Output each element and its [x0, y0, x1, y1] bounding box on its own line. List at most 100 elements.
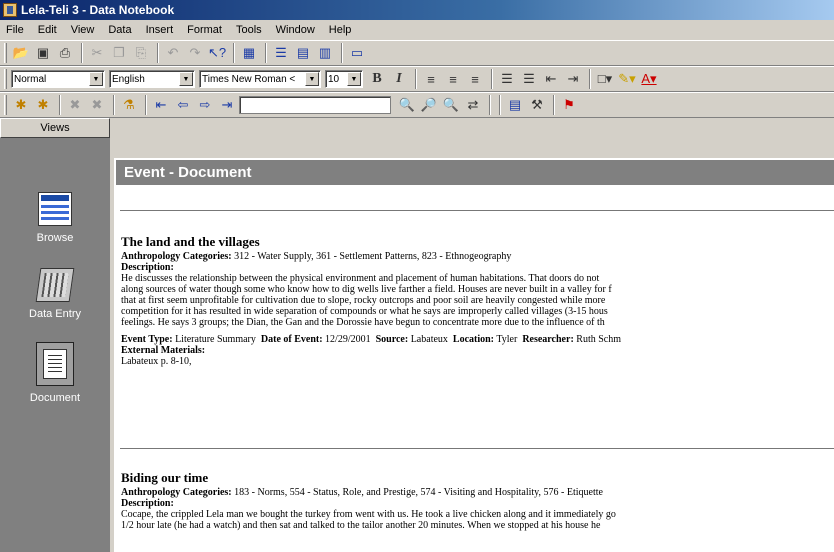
style-select[interactable]: Normal ▼ — [11, 70, 105, 88]
categories-value: 183 - Norms, 554 - Status, Role, and Pre… — [234, 487, 603, 498]
find-icon[interactable]: 🔍 — [397, 95, 417, 115]
toolbar-grip[interactable] — [4, 95, 7, 115]
menu-insert[interactable]: Insert — [146, 24, 174, 36]
undo-icon[interactable]: ↶ — [163, 43, 183, 63]
menu-view[interactable]: View — [71, 24, 95, 36]
data-entry-icon — [35, 268, 75, 302]
replace-icon[interactable]: ⇄ — [463, 95, 483, 115]
new-linked-record-icon[interactable]: ✱ — [33, 95, 53, 115]
view-browse-label: Browse — [36, 232, 74, 244]
bold-icon[interactable]: B — [367, 69, 387, 89]
highlight-icon[interactable]: ✎▾ — [617, 69, 637, 89]
delete-record-icon[interactable]: ✖ — [65, 95, 85, 115]
paste-icon[interactable]: ⎘ — [131, 43, 151, 63]
menu-file[interactable]: File — [6, 24, 24, 36]
tools-icon[interactable]: ⚒ — [527, 95, 547, 115]
language-select[interactable]: English ▼ — [109, 70, 195, 88]
document-entry: The land and the villages Anthropology C… — [121, 234, 834, 367]
border-icon[interactable]: □▾ — [595, 69, 615, 89]
view-document[interactable]: Document — [0, 342, 110, 404]
chevron-down-icon[interactable]: ▼ — [347, 72, 361, 86]
columns-icon[interactable]: ▥ — [315, 43, 335, 63]
document-header: Event - Document — [116, 160, 834, 185]
last-record-icon[interactable]: ⇥ — [217, 95, 237, 115]
description-line: He discusses the relationship between th… — [121, 273, 600, 284]
separator — [265, 43, 267, 63]
chevron-down-icon[interactable]: ▼ — [305, 72, 319, 86]
font-color-icon[interactable]: A▾ — [639, 69, 659, 89]
copy-icon[interactable]: ❐ — [109, 43, 129, 63]
align-left-icon[interactable]: ≡ — [421, 69, 441, 89]
insert-rows-icon[interactable]: ☰ — [271, 43, 291, 63]
find-previous-icon[interactable]: 🔍 — [441, 95, 461, 115]
document-icon — [43, 349, 67, 379]
font-value: Times New Roman < — [202, 73, 296, 85]
separator — [113, 95, 115, 115]
date-value: 12/29/2001 — [325, 334, 371, 345]
window-icon[interactable]: ▭ — [347, 43, 367, 63]
help-pointer-icon[interactable]: ↖? — [207, 43, 227, 63]
cut-icon[interactable]: ✂ — [87, 43, 107, 63]
save-icon[interactable]: ▣ — [33, 43, 53, 63]
separator — [489, 95, 491, 115]
table-icon[interactable]: ▦ — [239, 43, 259, 63]
font-size-select[interactable]: 10 ▼ — [325, 70, 363, 88]
italic-icon[interactable]: I — [389, 69, 409, 89]
separator — [157, 43, 159, 63]
separator — [553, 95, 555, 115]
menu-edit[interactable]: Edit — [38, 24, 57, 36]
numbered-list-icon[interactable]: ☰ — [497, 69, 517, 89]
form-icon[interactable]: ▤ — [505, 95, 525, 115]
menu-bar: File Edit View Data Insert Format Tools … — [0, 20, 834, 40]
view-data-entry-label: Data Entry — [29, 308, 81, 320]
document-body[interactable]: The land and the villages Anthropology C… — [116, 186, 834, 552]
previous-record-icon[interactable]: ⇦ — [173, 95, 193, 115]
new-record-icon[interactable]: ✱ — [11, 95, 31, 115]
decrease-indent-icon[interactable]: ⇤ — [541, 69, 561, 89]
description-line: along sources of water though some who k… — [121, 284, 612, 295]
menu-format[interactable]: Format — [187, 24, 222, 36]
menu-help[interactable]: Help — [329, 24, 352, 36]
redo-icon[interactable]: ↷ — [185, 43, 205, 63]
align-center-icon[interactable]: ≡ — [443, 69, 463, 89]
separator — [341, 43, 343, 63]
toolbar-grip[interactable] — [4, 69, 7, 89]
toolbar-grip[interactable] — [4, 43, 7, 63]
menu-window[interactable]: Window — [276, 24, 315, 36]
researcher-label: Researcher: — [522, 334, 574, 345]
separator — [233, 43, 235, 63]
categories-value: 312 - Water Supply, 361 - Settlement Pat… — [234, 251, 512, 262]
chevron-down-icon[interactable]: ▼ — [179, 72, 193, 86]
style-value: Normal — [14, 73, 47, 85]
split-horizontal-icon[interactable]: ▤ — [293, 43, 313, 63]
view-browse[interactable]: Browse — [0, 192, 110, 244]
first-record-icon[interactable]: ⇤ — [151, 95, 171, 115]
marker-icon[interactable]: ⚑ — [559, 95, 579, 115]
find-next-icon[interactable]: 🔎 — [419, 95, 439, 115]
font-select[interactable]: Times New Roman < ▼ — [199, 70, 321, 88]
categories-label: Anthropology Categories: — [121, 251, 232, 262]
separator — [499, 95, 501, 115]
entry-categories: Anthropology Categories: 312 - Water Sup… — [121, 251, 834, 262]
materials-value: Labateux p. 8-10, — [121, 356, 192, 367]
increase-indent-icon[interactable]: ⇥ — [563, 69, 583, 89]
delete-linked-icon[interactable]: ✖ — [87, 95, 107, 115]
align-right-icon[interactable]: ≡ — [465, 69, 485, 89]
chevron-down-icon[interactable]: ▼ — [89, 72, 103, 86]
description-label: Description: — [121, 262, 174, 273]
filter-icon[interactable]: ⚗ — [119, 95, 139, 115]
menu-data[interactable]: Data — [108, 24, 131, 36]
entry-title: The land and the villages — [121, 234, 260, 249]
views-sidebar: Views Browse Data Entry Document — [0, 118, 112, 552]
view-data-entry[interactable]: Data Entry — [0, 268, 110, 320]
menu-tools[interactable]: Tools — [236, 24, 262, 36]
print-icon[interactable]: ⎙ — [55, 43, 75, 63]
researcher-value: Ruth Schm — [576, 334, 622, 345]
separator — [415, 69, 417, 89]
bullet-list-icon[interactable]: ☰ — [519, 69, 539, 89]
document-entry: Biding our time Anthropology Categories:… — [121, 470, 834, 531]
location-value: Tyler — [496, 334, 518, 345]
open-folder-icon[interactable]: 📂 — [11, 43, 31, 63]
record-search-input[interactable] — [239, 96, 391, 114]
next-record-icon[interactable]: ⇨ — [195, 95, 215, 115]
